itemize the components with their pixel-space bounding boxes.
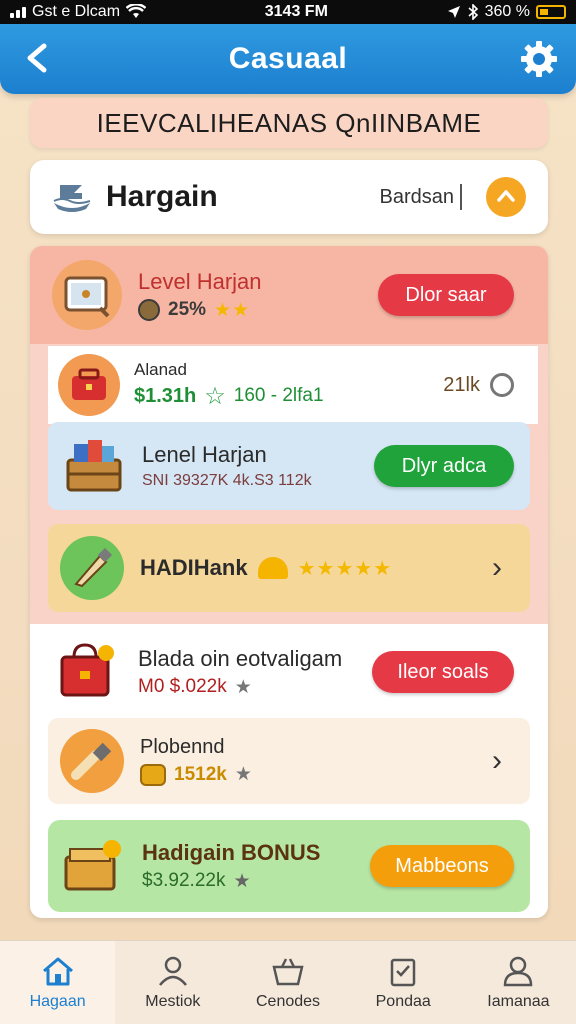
list-item[interactable]: Plobennd 1512k ★ › — [48, 718, 530, 804]
item-title: Lenel Harjan — [142, 442, 267, 467]
battery-icon — [536, 5, 566, 19]
boat-icon — [53, 185, 91, 212]
item-title: Blada oin eotvaligam — [138, 645, 343, 671]
item-extra: 160 - 2lfa1 — [233, 385, 324, 406]
bag-icon — [58, 354, 120, 416]
list-item[interactable]: Lenel Harjan SNI 39327K 4k.S3 112k Dlyr … — [48, 422, 530, 510]
tab-label: Mestiok — [145, 992, 201, 1010]
item-detail: 25% — [168, 299, 207, 320]
item-detail: 1512k — [174, 763, 227, 785]
gear-icon[interactable] — [518, 38, 560, 80]
carrier-label: Gst e Dlcam — [32, 3, 121, 20]
tab-account[interactable]: Iamanaa — [461, 941, 576, 1024]
item-list: Level Harjan 25% ★★ Dlor saar Alanad $1.… — [30, 246, 548, 918]
star-rating: ★★ — [214, 299, 251, 321]
chest-icon — [60, 833, 126, 899]
signal-icon — [10, 6, 26, 18]
app-header: Casuaal — [0, 24, 576, 94]
home-icon — [42, 957, 73, 985]
title-banner: IEEVCALIHEANAS QnIINBAME — [30, 98, 548, 148]
chevron-up-icon — [497, 190, 515, 202]
tablet-icon — [52, 260, 122, 330]
tab-tasks[interactable]: Pondaa — [346, 941, 461, 1024]
item-title: HADIHank — [140, 555, 248, 580]
status-bar: Gst e Dlcam 3143 FM 360 % — [0, 0, 576, 24]
user-icon — [158, 956, 187, 986]
item-action-button[interactable]: Ileor soals — [372, 651, 514, 693]
search-input[interactable]: Bardsan — [380, 186, 455, 209]
treasure-chest-icon — [62, 434, 126, 498]
clipboard-icon — [390, 958, 416, 986]
item-detail: SNI 39327K 4k.S3 112k — [142, 472, 312, 489]
list-item[interactable]: Alanad $1.31h ☆ 160 - 2lfa1 21lk — [48, 346, 538, 424]
item-detail: $3.92.22k — [142, 870, 226, 891]
list-item[interactable]: Level Harjan 25% ★★ Dlor saar — [30, 246, 548, 344]
star-rating: ★ — [234, 764, 252, 785]
person-icon — [504, 956, 533, 986]
star-rating: ★ — [234, 676, 252, 698]
tab-label: Cenodes — [255, 992, 321, 1010]
radio-button[interactable] — [490, 373, 514, 397]
item-detail: M0 $.022k — [138, 676, 227, 697]
item-action-button[interactable]: Dlor saar — [378, 274, 514, 316]
search-badge-button[interactable] — [486, 177, 526, 217]
search-card[interactable]: Hargain Bardsan — [30, 160, 548, 234]
item-title: Plobennd — [140, 736, 225, 758]
star-outline-icon: ☆ — [204, 382, 226, 410]
horn-icon — [60, 536, 124, 600]
item-title: Alanad — [134, 359, 187, 379]
bottom-tab-bar: Hagaan Mestiok Cenodes Pondaa Iamanaa — [0, 940, 576, 1024]
tab-profile[interactable]: Mestiok — [115, 941, 230, 1024]
bluetooth-icon — [468, 4, 478, 20]
search-title: Hargain — [106, 180, 218, 213]
back-arrow-icon[interactable] — [18, 38, 58, 78]
chevron-right-icon[interactable]: › — [482, 551, 512, 585]
banner-text: IEEVCALIHEANAS QnIINBAME — [96, 107, 482, 138]
page-title: Casuaal — [228, 42, 348, 75]
list-item[interactable]: Hadigain BONUS $3.92.22k ★ Mabbeons — [48, 820, 530, 912]
wifi-icon — [126, 4, 147, 18]
tab-home[interactable]: Hagaan — [0, 941, 116, 1024]
location-icon — [447, 6, 460, 18]
helmet-icon — [257, 557, 288, 579]
item-action-button[interactable]: Mabbeons — [370, 845, 514, 887]
star-rating: ★ — [233, 870, 251, 892]
clock: 3143 FM — [264, 3, 328, 20]
text-cursor — [460, 184, 462, 210]
tab-label: Hagaan — [29, 992, 86, 1010]
list-item[interactable]: HADIHank ★★★★★ › — [48, 524, 530, 612]
coin-stack-icon — [140, 763, 166, 786]
coin-icon — [138, 299, 160, 321]
star-rating: ★★★★★ — [297, 557, 393, 580]
tab-label: Iamanaa — [487, 992, 550, 1010]
battery-percent: 360 % — [484, 3, 530, 20]
basket-icon — [272, 957, 304, 985]
gift-bag-icon — [52, 637, 122, 707]
list-item[interactable]: Blada oin eotvaligam M0 $.022k ★ Ileor s… — [48, 628, 530, 716]
chevron-right-icon[interactable]: › — [482, 744, 512, 778]
item-price: $1.31h — [134, 384, 197, 407]
wrench-icon — [60, 729, 124, 793]
item-value: 21lk — [443, 373, 480, 396]
item-title: Hadigain BONUS — [142, 839, 321, 865]
tab-label: Pondaa — [375, 992, 431, 1010]
tab-shop[interactable]: Cenodes — [230, 941, 345, 1024]
item-action-button[interactable]: Dlyr adca — [374, 445, 514, 487]
item-title: Level Harjan — [138, 268, 262, 294]
